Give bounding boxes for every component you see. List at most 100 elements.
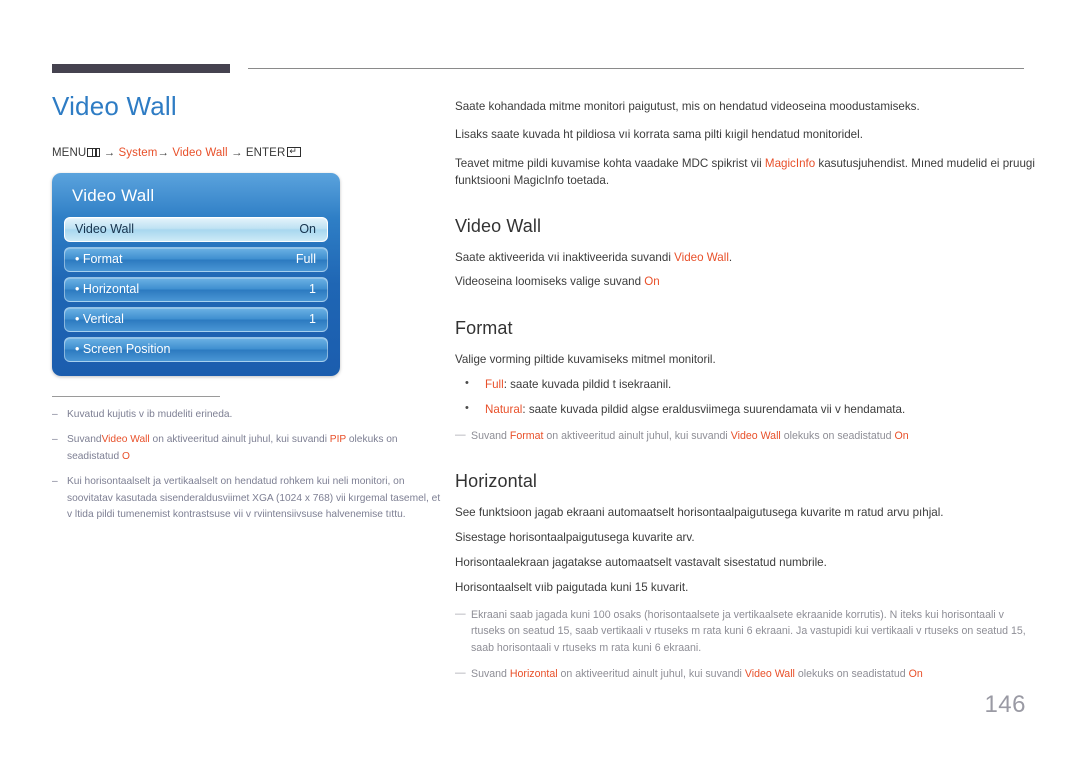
text-run: Horisontaalselt vıib paigutada kuni 15 k…: [455, 580, 689, 594]
section-heading: Format: [455, 318, 513, 339]
osd-row-label: • Screen Position: [75, 342, 171, 357]
footnotes-divider: [52, 395, 220, 397]
highlight-term: Video Wall: [730, 430, 781, 443]
section-paragraph: Videoseina loomiseks valige suvand On: [455, 273, 1035, 292]
highlight-term: Video Wall: [744, 668, 795, 681]
text-run: Ekraani saab jagada kuni 100 osaks (hori…: [471, 608, 1026, 655]
section-heading: Video Wall: [455, 215, 542, 236]
highlight-term: MagicInfo: [764, 156, 816, 170]
text-run: Suvand: [471, 668, 510, 681]
section-paragraph: Valige vorming piltide kuvamiseks mitmel…: [455, 351, 1035, 370]
right-column: Saate kohandada mitme monitori paigutust…: [455, 98, 1035, 683]
osd-row[interactable]: • Screen Position: [64, 336, 328, 362]
menu-path-item-system[interactable]: System: [118, 147, 157, 159]
footnote-dash-icon: –: [52, 476, 58, 488]
left-footnote-list: – Kuvatud kujutis v ib mudeliti erineda. –…: [52, 407, 444, 524]
highlight-term: On: [644, 275, 660, 289]
section-note: — Suvand Format on aktiveeritud ainult ju…: [455, 428, 1035, 445]
osd-row-value: Full: [295, 252, 316, 267]
text-run: Saate aktiveerida vıi inaktiveerida suva…: [455, 250, 675, 264]
highlight-term: Video Wall: [101, 434, 150, 446]
intro-paragraph: Lisaks saate kuvada ht pildiosa vıi korr…: [455, 126, 1035, 143]
header-rule-thick: [52, 64, 230, 73]
section-paragraph: Horisontaalselt vıib paigutada kuni 15 k…: [455, 579, 1035, 598]
osd-row-list: Video Wall On • Format Full • Horizontal 1 • V…: [64, 216, 328, 362]
menu-path-prefix: MENU: [52, 146, 87, 159]
text-run: See funktsioon jagab ekraani automaatsel…: [455, 506, 944, 520]
menu-path-arrow-3: →: [230, 146, 243, 159]
intro-paragraph: Saate kohandada mitme monitori paigutust…: [455, 98, 1035, 115]
note-dash-icon: —: [455, 429, 466, 442]
highlight-term: Horizontal: [509, 668, 558, 681]
osd-row[interactable]: • Vertical 1: [64, 306, 328, 332]
section-paragraph: Saate aktiveerida vıi inaktiveerida suva…: [455, 249, 1035, 268]
footnote-dash-icon: –: [52, 408, 58, 420]
footnote: – Kui horisontaalselt ja vertikaalselt on…: [52, 474, 444, 524]
osd-row[interactable]: • Horizontal 1: [64, 276, 328, 302]
highlight-term: O: [121, 450, 130, 462]
text-run: olekuks on seadistatud: [794, 668, 909, 681]
highlight-term: On: [894, 430, 909, 443]
enter-key-icon: ↵: [287, 146, 302, 157]
section-bullet: Full: saate kuvada pildid t isekraanil.: [455, 375, 1035, 395]
osd-row-value: 1: [309, 312, 316, 327]
content-sections: Video Wall Saate aktiveerida vıi inaktive…: [455, 216, 1035, 684]
osd-row-label: Video Wall: [75, 222, 135, 237]
section-paragraph: Sisestage horisontaalpaigutusega kuvarit…: [455, 529, 1035, 548]
text-run: Suvand: [67, 434, 102, 446]
note-dash-icon: —: [455, 667, 466, 680]
note-dash-icon: —: [455, 607, 466, 620]
text-run: on aktiveeritud ainult juhul, kui suvand…: [543, 430, 731, 443]
menu-path-breadcrumb: MENU → System→ Video Wall → ENTER ↵: [52, 146, 442, 159]
section-note: — Suvand Horizontal on aktiveeritud ainul…: [455, 666, 1035, 683]
text-run: Teavet mitme pildi kuvamise kohta vaadak…: [455, 156, 765, 170]
text-run: Suvand: [471, 430, 510, 443]
highlight-term: Full: [485, 377, 504, 391]
osd-row-value: On: [299, 222, 316, 237]
section-heading: Horizontal: [455, 471, 538, 492]
section-note: — Ekraani saab jagada kuni 100 osaks (hor…: [455, 607, 1035, 658]
osd-panel: Video Wall Video Wall On • Format Full • Hor…: [52, 172, 340, 376]
text-run: on aktiveeritud ainult juhul, kui suvand…: [557, 668, 745, 681]
osd-panel-title: Video Wall: [72, 185, 155, 205]
highlight-term: Natural: [485, 402, 523, 416]
osd-row-value: 1: [309, 282, 316, 297]
menu-path-suffix: ENTER: [245, 146, 286, 159]
osd-row-label: • Format: [75, 252, 123, 267]
section-paragraph: See funktsioon jagab ekraani automaatsel…: [455, 504, 1035, 523]
footnote: – Kuvatud kujutis v ib mudeliti erineda.: [52, 407, 444, 424]
menu-path-arrow-2: →: [157, 146, 170, 159]
highlight-term: PIP: [329, 434, 347, 446]
text-run: .: [728, 250, 733, 264]
text-run: Lisaks saate kuvada ht pildiosa vıi korr…: [455, 128, 863, 142]
osd-row-label: • Vertical: [75, 312, 124, 327]
text-run: Kui horisontaalselt ja vertikaalselt on …: [67, 476, 441, 521]
menu-path-item-video-wall[interactable]: Video Wall: [172, 147, 227, 159]
page-number: 146: [984, 691, 1026, 718]
osd-row[interactable]: • Format Full: [64, 246, 328, 272]
text-run: Horisontaalekraan jagatakse automaatselt…: [455, 555, 827, 569]
text-run: Videoseina loomiseks valige suvand: [455, 275, 645, 289]
osd-row-label: • Horizontal: [75, 282, 140, 297]
highlight-term: On: [908, 668, 923, 681]
text-run: Valige vorming piltide kuvamiseks mitmel…: [455, 353, 716, 367]
highlight-term: Video Wall: [674, 250, 729, 264]
text-run: olekuks on seadistatud: [780, 430, 895, 443]
intro-paragraph: Teavet mitme pildi kuvamise kohta vaadak…: [455, 155, 1035, 190]
osd-row[interactable]: Video Wall On: [64, 216, 328, 242]
text-run: Kuvatud kujutis v ib mudeliti erineda.: [67, 408, 233, 420]
text-run: Sisestage horisontaalpaigutusega kuvarit…: [455, 531, 695, 545]
text-run: Saate kohandada mitme monitori paigutust…: [455, 100, 920, 113]
left-footnotes: – Kuvatud kujutis v ib mudeliti erineda. –…: [52, 395, 444, 524]
menu-path-arrow-1: →: [103, 146, 116, 159]
text-run: : saate kuvada pildid algse eraldusviime…: [522, 402, 906, 416]
text-run: on aktiveeritud ainult juhul, kui suvand…: [149, 434, 330, 446]
highlight-term: Format: [509, 430, 544, 443]
intro-paragraphs: Saate kohandada mitme monitori paigutust…: [455, 98, 1035, 190]
page-title: Video Wall: [52, 91, 177, 121]
footnote: – SuvandVideo Wall on aktiveeritud ainult…: [52, 432, 444, 465]
menu-grid-icon: [87, 147, 101, 157]
header-rules: [52, 64, 1024, 74]
section-bullet: Natural: saate kuvada pildid algse erald…: [455, 400, 1035, 420]
footnote-dash-icon: –: [52, 434, 58, 446]
